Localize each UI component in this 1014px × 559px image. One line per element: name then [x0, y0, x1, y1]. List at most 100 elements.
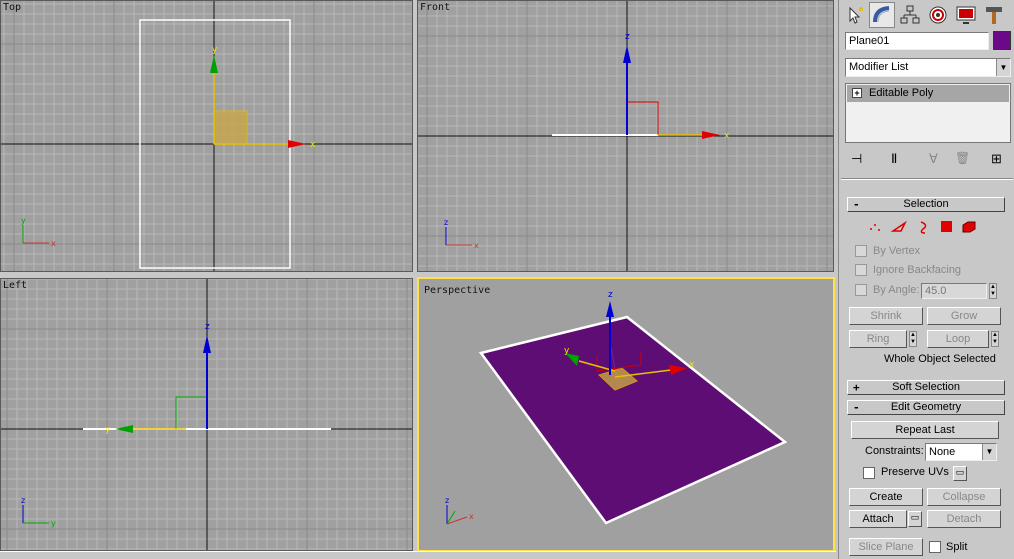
modify-icon	[873, 6, 890, 23]
viewport-top[interactable]: x y y x Top	[0, 0, 413, 272]
gizmo-x-label: x	[689, 360, 695, 370]
gizmo-plane-yz	[175, 396, 207, 429]
pin-stack-icon[interactable]: ⊣	[851, 151, 862, 167]
attach-button[interactable]: Attach	[849, 510, 907, 528]
selection-header-label: Selection	[903, 198, 949, 210]
tripod-label-v: y	[21, 216, 26, 225]
soft-selection-header-label: Soft Selection	[892, 381, 960, 393]
detach-button[interactable]: Detach	[927, 510, 1001, 528]
viewport-front[interactable]: x z z x Front	[417, 0, 834, 272]
viewport-perspective[interactable]: y x z z x Perspective	[417, 277, 835, 552]
tripod-label-v: z	[21, 496, 25, 505]
hierarchy-tab[interactable]	[897, 2, 923, 28]
loop-spinner[interactable]: ▲ ▼	[991, 331, 999, 347]
hierarchy-icon	[900, 5, 920, 24]
display-icon	[956, 6, 976, 24]
subobject-level-icons	[870, 220, 976, 234]
expand-icon: +	[852, 88, 862, 98]
gizmo-y-axis-head	[115, 425, 133, 433]
polygon-icon	[941, 221, 952, 232]
ring-spinner[interactable]: ▲ ▼	[909, 331, 917, 347]
modifier-stack: + Editable Poly	[845, 83, 1011, 143]
ignore-backfacing-checkbox[interactable]	[855, 264, 867, 276]
utilities-tab[interactable]	[981, 2, 1007, 28]
by-angle-label: By Angle:	[873, 284, 920, 296]
status-bar	[0, 551, 836, 559]
stack-item-editable-poly[interactable]: + Editable Poly	[847, 85, 1009, 102]
create-tab[interactable]	[843, 2, 869, 28]
grow-button[interactable]: Grow	[927, 307, 1001, 325]
collapse-rollout-icon: -	[853, 401, 860, 414]
modify-tab[interactable]	[869, 2, 895, 28]
viewport-left[interactable]: y z z y Left	[0, 278, 413, 551]
gizmo-z-head	[623, 45, 631, 63]
by-angle-checkbox[interactable]	[855, 284, 867, 296]
gizmo-plane-handle	[213, 110, 248, 145]
top-grid: x y y x	[1, 1, 412, 271]
configure-modifier-sets-icon[interactable]: ⊞	[991, 151, 1002, 167]
tripod-label-z: z	[445, 496, 449, 505]
tripod-label-h: x	[51, 239, 56, 248]
front-grid: x z z x	[418, 1, 833, 271]
create-icon	[849, 6, 863, 24]
angle-spinner[interactable]: ▲ ▼	[989, 283, 997, 299]
by-vertex-checkbox[interactable]	[855, 245, 867, 257]
motion-tab[interactable]	[925, 2, 951, 28]
constraints-label: Constraints:	[865, 445, 924, 457]
slice-plane-button[interactable]: Slice Plane	[849, 538, 923, 556]
shrink-button[interactable]: Shrink	[849, 307, 923, 325]
preserve-uvs-checkbox[interactable]	[863, 467, 875, 479]
soft-selection-rollout-header[interactable]: + Soft Selection	[847, 380, 1005, 395]
collapse-icon: -	[853, 198, 860, 211]
constraints-dropdown[interactable]: None ▼	[925, 443, 997, 461]
attach-settings-button[interactable]: ▭	[908, 511, 922, 527]
remove-modifier-icon[interactable]: 🗑	[955, 151, 970, 165]
object-color-swatch[interactable]	[993, 31, 1011, 50]
stack-toolbar: ⊣ Ⅱ ∀ 🗑 ⊞	[845, 150, 1011, 170]
preserve-uvs-label: Preserve UVs	[881, 466, 949, 478]
border-icon	[920, 221, 927, 234]
constraints-value: None	[929, 446, 956, 458]
hammer-icon	[986, 7, 1002, 24]
vertex-icon	[870, 224, 880, 231]
command-panel: Plane01 Modifier List ▼ + Editable Poly …	[838, 0, 1014, 559]
viewport-label-left[interactable]: Left	[3, 280, 27, 291]
expand-rollout-icon: +	[853, 381, 860, 394]
gizmo-y-label: y	[564, 346, 570, 356]
make-unique-icon[interactable]: ∀	[929, 151, 938, 167]
stack-item-label: Editable Poly	[869, 87, 934, 99]
gizmo-x-axis-label: x	[310, 140, 316, 150]
split-checkbox[interactable]	[929, 541, 941, 553]
gizmo-z-head	[203, 335, 211, 353]
motion-icon	[929, 6, 947, 24]
ring-button[interactable]: Ring	[849, 330, 907, 348]
selection-rollout-header[interactable]: - Selection	[847, 197, 1005, 212]
create-button[interactable]: Create	[849, 488, 923, 506]
edit-geometry-rollout-header[interactable]: - Edit Geometry	[847, 400, 1005, 415]
edit-geometry-header-label: Edit Geometry	[890, 401, 962, 413]
gizmo-x-axis-label: x	[724, 131, 730, 141]
tripod-label-x: x	[469, 512, 474, 521]
gizmo-plane-xz	[627, 101, 659, 135]
left-grid: y z z y	[1, 279, 412, 550]
repeat-last-button[interactable]: Repeat Last	[851, 421, 999, 439]
viewport-label-perspective[interactable]: Perspective	[424, 285, 490, 296]
element-icon	[962, 221, 976, 233]
show-end-result-icon[interactable]: Ⅱ	[891, 151, 897, 167]
object-name-field[interactable]: Plane01	[845, 32, 989, 50]
display-tab[interactable]	[953, 2, 979, 28]
edge-icon	[890, 220, 907, 232]
angle-input[interactable]: 45.0	[921, 283, 987, 299]
gizmo-z-label: z	[205, 322, 210, 332]
viewport-label-front[interactable]: Front	[420, 2, 450, 13]
gizmo-z-label: z	[608, 290, 613, 300]
ignore-backfacing-label: Ignore Backfacing	[873, 264, 962, 276]
gizmo-y-axis-label: y	[105, 425, 111, 435]
modifier-list-dropdown[interactable]: Modifier List ▼	[845, 58, 1011, 77]
collapse-button[interactable]: Collapse	[927, 488, 1001, 506]
preserve-uvs-settings-button[interactable]: ▭	[953, 466, 967, 481]
viewport-label-top[interactable]: Top	[3, 2, 21, 13]
gizmo-z-label: z	[625, 32, 630, 42]
loop-button[interactable]: Loop	[927, 330, 989, 348]
dropdown-arrow-icon: ▼	[982, 444, 996, 460]
